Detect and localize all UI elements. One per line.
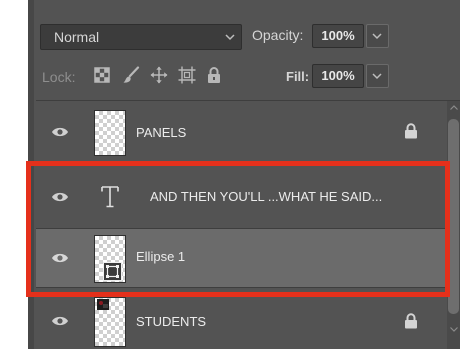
layer-name: PANELS <box>136 125 187 140</box>
eye-icon <box>52 253 68 263</box>
lock-icon <box>405 123 417 139</box>
lock-icon <box>405 313 417 329</box>
lock-all-icon[interactable] <box>206 66 222 84</box>
eye-icon <box>52 192 68 202</box>
chevron-down-icon <box>372 73 382 80</box>
visibility-toggle[interactable] <box>36 101 82 165</box>
lock-artboard-icon[interactable] <box>178 66 196 84</box>
layers-panel: Normal Opacity: 100% Lock: Fill: 100% PA… <box>28 0 460 349</box>
blend-mode-value: Normal <box>54 29 100 45</box>
thumbnail-art-icon <box>97 299 109 310</box>
layer-name: STUDENTS <box>136 314 207 329</box>
layer-row-ellipse[interactable]: Ellipse 1 <box>36 229 460 288</box>
scrollbar-track[interactable] <box>447 101 460 349</box>
eye-icon <box>52 127 68 137</box>
visibility-toggle[interactable] <box>36 293 82 349</box>
scrollbar-thumb[interactable] <box>448 119 459 314</box>
opacity-input[interactable]: 100% <box>312 24 364 48</box>
layer-name: Ellipse 1 <box>136 249 186 264</box>
blend-mode-dropdown[interactable]: Normal <box>40 24 242 50</box>
scroll-down-icon[interactable] <box>450 327 458 332</box>
chevron-down-icon <box>372 33 382 40</box>
panel-edge <box>28 0 34 349</box>
layer-row-text[interactable]: AND THEN YOU'LL ...WHAT HE SAID... <box>36 166 460 229</box>
visibility-toggle[interactable] <box>36 166 82 228</box>
layer-row-students[interactable]: STUDENTS <box>36 293 460 349</box>
fill-label: Fill: <box>286 69 310 84</box>
layer-row-panels[interactable]: PANELS <box>36 101 460 166</box>
text-layer-icon <box>101 186 119 208</box>
lock-label: Lock: <box>42 69 76 85</box>
opacity-label: Opacity: <box>252 27 304 43</box>
chevron-down-icon <box>225 34 235 41</box>
opacity-slider-toggle[interactable] <box>366 24 389 48</box>
eye-icon <box>52 316 68 326</box>
lock-image-pixels-icon[interactable] <box>122 66 140 84</box>
visibility-toggle[interactable] <box>36 229 82 287</box>
layer-name: AND THEN YOU'LL ...WHAT HE SAID... <box>150 189 383 204</box>
scroll-up-icon[interactable] <box>450 105 458 110</box>
fill-slider-toggle[interactable] <box>366 64 389 88</box>
shape-layer-icon <box>103 262 122 281</box>
layer-thumbnail <box>94 110 126 156</box>
lock-position-icon[interactable] <box>150 66 168 84</box>
lock-transparent-pixels-icon[interactable] <box>94 67 110 83</box>
fill-input[interactable]: 100% <box>312 64 364 88</box>
